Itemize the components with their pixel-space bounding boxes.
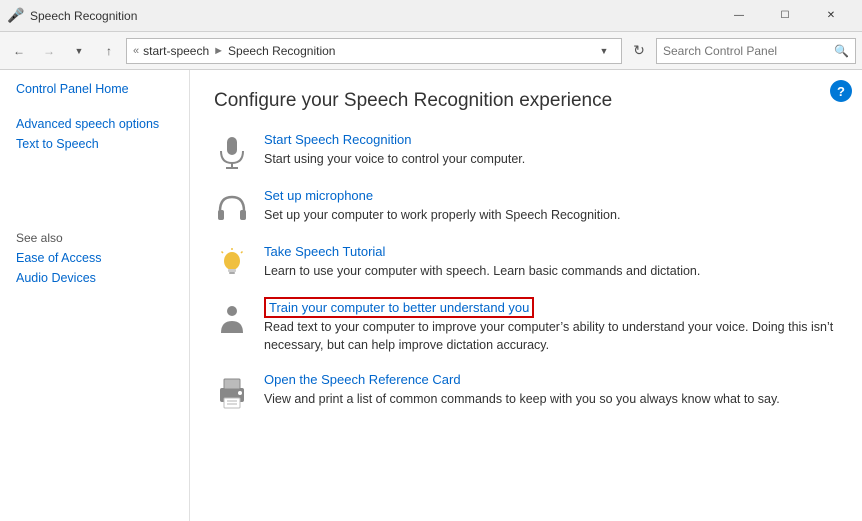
address-bar: ← → ▼ ↑ « start-speech ► Speech Recognit… <box>0 32 862 70</box>
printer-icon <box>214 374 250 410</box>
list-item: Train your computer to better understand… <box>214 300 838 354</box>
start-speech-desc: Start using your voice to control your c… <box>264 150 838 168</box>
breadcrumb-separator: ► <box>213 45 224 57</box>
refresh-button[interactable]: ↻ <box>626 38 652 64</box>
main-layout: Control Panel Home Advanced speech optio… <box>0 70 862 521</box>
tutorial-link[interactable]: Take Speech Tutorial <box>264 244 385 259</box>
train-link[interactable]: Train your computer to better understand… <box>264 297 534 318</box>
search-input[interactable] <box>663 44 834 58</box>
bulb-icon <box>214 246 250 282</box>
item-text: Start Speech Recognition Start using you… <box>264 132 838 168</box>
setup-mic-desc: Set up your computer to work properly wi… <box>264 206 838 224</box>
setup-mic-link[interactable]: Set up microphone <box>264 188 373 203</box>
address-path: « start-speech ► Speech Recognition ▼ <box>126 38 622 64</box>
sidebar-item-control-panel-home[interactable]: Control Panel Home <box>16 82 173 96</box>
item-text: Open the Speech Reference Card View and … <box>264 372 838 408</box>
help-button[interactable]: ? <box>830 80 852 102</box>
reference-card-desc: View and print a list of common commands… <box>264 390 838 408</box>
recent-button[interactable]: ▼ <box>66 38 92 64</box>
start-speech-link[interactable]: Start Speech Recognition <box>264 132 411 147</box>
breadcrumb-chevron: « <box>133 45 139 57</box>
dropdown-button[interactable]: ▼ <box>593 38 615 64</box>
breadcrumb-speech-recognition: Speech Recognition <box>228 44 335 58</box>
headphone-icon <box>214 190 250 226</box>
item-text: Set up microphone Set up your computer t… <box>264 188 838 224</box>
page-title: Configure your Speech Recognition experi… <box>214 90 838 112</box>
tutorial-desc: Learn to use your computer with speech. … <box>264 262 838 280</box>
app-icon: 🎤 <box>8 8 24 24</box>
search-box: 🔍 <box>656 38 856 64</box>
train-desc: Read text to your computer to improve yo… <box>264 318 838 354</box>
list-item: Take Speech Tutorial Learn to use your c… <box>214 244 838 282</box>
close-button[interactable]: ✕ <box>808 0 854 32</box>
sidebar-item-advanced-speech[interactable]: Advanced speech options <box>16 117 173 131</box>
list-item: Set up microphone Set up your computer t… <box>214 188 838 226</box>
window-controls: — ☐ ✕ <box>716 0 854 32</box>
sidebar-item-audio-devices[interactable]: Audio Devices <box>16 271 173 285</box>
list-item: Start Speech Recognition Start using you… <box>214 132 838 170</box>
sidebar: Control Panel Home Advanced speech optio… <box>0 70 190 521</box>
up-button[interactable]: ↑ <box>96 38 122 64</box>
reference-card-link[interactable]: Open the Speech Reference Card <box>264 372 461 387</box>
see-also-title: See also <box>16 231 173 245</box>
minimize-button[interactable]: — <box>716 0 762 32</box>
list-item: Open the Speech Reference Card View and … <box>214 372 838 410</box>
item-text: Take Speech Tutorial Learn to use your c… <box>264 244 838 280</box>
item-text: Train your computer to better understand… <box>264 300 838 354</box>
breadcrumb-ease-of-access[interactable]: start-speech <box>143 44 209 58</box>
window-title: Speech Recognition <box>30 9 716 23</box>
forward-button[interactable]: → <box>36 38 62 64</box>
sidebar-item-text-to-speech[interactable]: Text to Speech <box>16 137 173 151</box>
maximize-button[interactable]: ☐ <box>762 0 808 32</box>
sidebar-item-ease-of-access[interactable]: Ease of Access <box>16 251 173 265</box>
search-icon[interactable]: 🔍 <box>834 44 849 58</box>
title-bar: 🎤 Speech Recognition — ☐ ✕ <box>0 0 862 32</box>
content-area: ? Configure your Speech Recognition expe… <box>190 70 862 521</box>
mic-icon <box>214 134 250 170</box>
back-button[interactable]: ← <box>6 38 32 64</box>
person-icon <box>214 302 250 338</box>
